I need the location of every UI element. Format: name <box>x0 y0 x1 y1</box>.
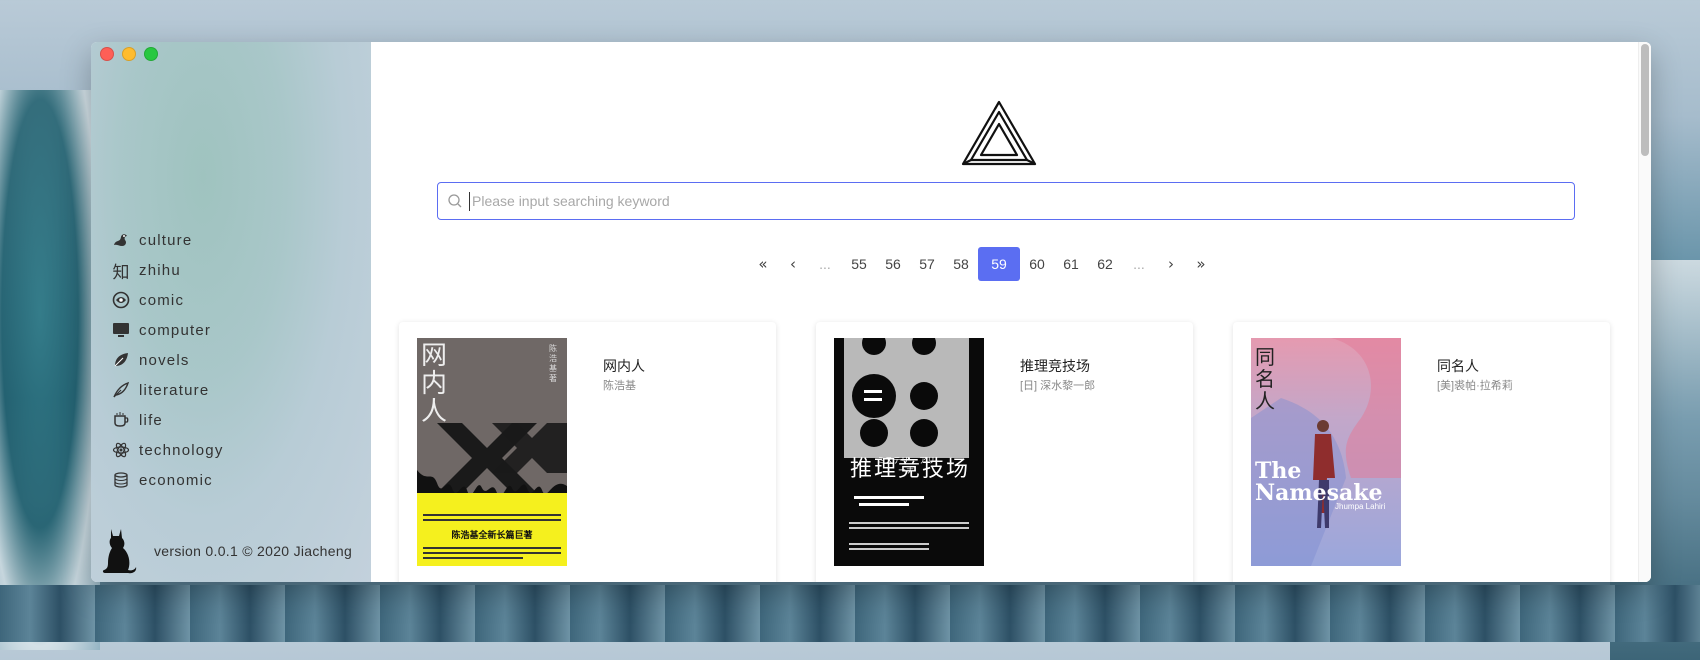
search-icon <box>448 194 462 208</box>
category-nav: culture 知 zhihu comic computer novels li… <box>111 225 224 495</box>
sidebar-item-comic[interactable]: comic <box>111 285 224 315</box>
comic-icon <box>111 290 131 310</box>
book-title[interactable]: 推理竞技场 <box>1020 356 1090 376</box>
book-cover-title: 推理竞技场 <box>850 457 971 482</box>
coins-icon <box>111 470 131 490</box>
sidebar-item-label: zhihu <box>139 261 181 279</box>
close-window-button[interactable] <box>100 47 114 61</box>
book-author: [美]裘帕·拉希莉 <box>1437 380 1513 392</box>
sidebar-item-label: comic <box>139 291 185 309</box>
desktop-wallpaper-bottom <box>0 585 1700 642</box>
book-cover-title: 同名人 <box>1255 345 1275 413</box>
sidebar-item-literature[interactable]: literature <box>111 375 224 405</box>
version-text: version 0.0.1 © 2020 Jiacheng <box>154 543 353 559</box>
book-cover-en-title: The Namesake <box>1255 458 1383 506</box>
book-cover-banner: 陈浩基全新长篇巨著 <box>451 530 533 540</box>
sidebar: culture 知 zhihu comic computer novels li… <box>91 42 371 582</box>
dragon-icon <box>111 230 131 250</box>
sidebar-item-computer[interactable]: computer <box>111 315 224 345</box>
page-button-58[interactable]: 58 <box>944 247 978 281</box>
pagination: « ‹ ... 55 56 57 58 59 60 61 62 ... › » <box>748 247 1216 281</box>
zhi-icon: 知 <box>112 262 130 283</box>
sidebar-item-label: economic <box>139 471 213 489</box>
computer-icon <box>111 320 131 340</box>
first-page-button[interactable]: « <box>748 247 778 281</box>
page-button-57[interactable]: 57 <box>910 247 944 281</box>
last-page-button[interactable]: » <box>1186 247 1216 281</box>
search-box[interactable] <box>437 182 1575 220</box>
sidebar-item-technology[interactable]: technology <box>111 435 224 465</box>
book-cover-author: 陈浩基 著 <box>549 344 557 383</box>
penrose-triangle-logo-icon <box>961 100 1037 166</box>
minimize-window-button[interactable] <box>122 47 136 61</box>
book-author: 陈浩基 <box>603 380 636 392</box>
desktop-wallpaper-left <box>0 90 100 650</box>
book-card[interactable]: 同名人 The Namesake Jhumpa Lahiri 同名人 [美]裘帕… <box>1233 322 1610 582</box>
book-card[interactable]: 网内人 陈浩基 著 陈浩基全新长篇巨著 网内人 陈浩基 <box>399 322 776 582</box>
scrollbar-thumb[interactable] <box>1641 44 1649 156</box>
cat-logo-icon <box>102 529 137 574</box>
book-title[interactable]: 同名人 <box>1437 356 1479 376</box>
sidebar-item-life[interactable]: life <box>111 405 224 435</box>
search-input[interactable] <box>469 191 1574 211</box>
sidebar-item-culture[interactable]: culture <box>111 225 224 255</box>
book-cover[interactable]: 同名人 The Namesake Jhumpa Lahiri <box>1251 338 1401 566</box>
cup-icon <box>111 410 131 430</box>
sidebar-item-label: computer <box>139 321 212 339</box>
book-cover-art <box>834 338 984 566</box>
book-grid: 网内人 陈浩基 著 陈浩基全新长篇巨著 网内人 陈浩基 ミステリー アリーナ 推… <box>399 322 1610 582</box>
page-button-62[interactable]: 62 <box>1088 247 1122 281</box>
sidebar-item-zhihu[interactable]: 知 zhihu <box>111 255 224 285</box>
sidebar-item-label: culture <box>139 231 193 249</box>
page-button-55[interactable]: 55 <box>842 247 876 281</box>
sidebar-item-economic[interactable]: economic <box>111 465 224 495</box>
page-button-56[interactable]: 56 <box>876 247 910 281</box>
book-cover-title: 网内人 <box>421 341 448 427</box>
page-button-current[interactable]: 59 <box>978 247 1020 281</box>
sidebar-item-label: novels <box>139 351 190 369</box>
page-button-61[interactable]: 61 <box>1054 247 1088 281</box>
book-cover-en-author: Jhumpa Lahiri <box>1335 502 1386 511</box>
app-window: culture 知 zhihu comic computer novels li… <box>91 42 1651 582</box>
atom-icon <box>111 440 131 460</box>
main-content: « ‹ ... 55 56 57 58 59 60 61 62 ... › » <box>371 42 1651 582</box>
maximize-window-button[interactable] <box>144 47 158 61</box>
window-controls <box>100 47 158 61</box>
book-title[interactable]: 网内人 <box>603 356 645 376</box>
sidebar-footer: version 0.0.1 © 2020 Jiacheng <box>91 520 371 582</box>
pagination-ellipsis-left[interactable]: ... <box>808 247 842 281</box>
sidebar-item-label: life <box>139 411 163 429</box>
book-cover[interactable]: 网内人 陈浩基 著 陈浩基全新长篇巨著 <box>417 338 567 566</box>
page-button-60[interactable]: 60 <box>1020 247 1054 281</box>
quill-icon <box>111 380 131 400</box>
next-page-button[interactable]: › <box>1156 247 1186 281</box>
main-scrollbar[interactable] <box>1638 42 1651 582</box>
sidebar-item-label: literature <box>139 381 210 399</box>
sidebar-item-novels[interactable]: novels <box>111 345 224 375</box>
sidebar-item-label: technology <box>139 441 224 459</box>
book-card[interactable]: ミステリー アリーナ 推理竞技场 推理竞技场 [日] 深水黎一郎 <box>816 322 1193 582</box>
pagination-ellipsis-right[interactable]: ... <box>1122 247 1156 281</box>
prev-page-button[interactable]: ‹ <box>778 247 808 281</box>
book-cover[interactable]: ミステリー アリーナ 推理竞技场 <box>834 338 984 566</box>
book-author: [日] 深水黎一郎 <box>1020 380 1096 392</box>
leaf-icon <box>111 350 131 370</box>
